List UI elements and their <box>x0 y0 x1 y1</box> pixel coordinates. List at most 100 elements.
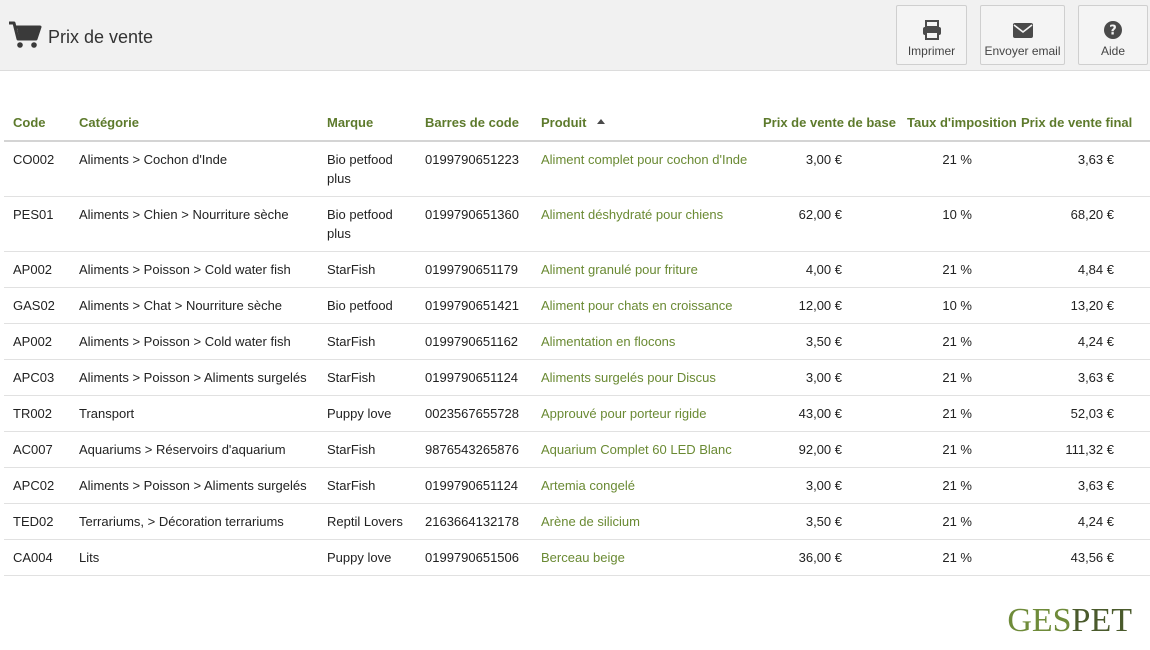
cell-tax-rate: 21 % <box>898 251 1012 288</box>
table-row[interactable]: CA004 Lits Puppy love 0199790651506 Berceau … <box>4 539 1150 576</box>
page-header: Prix de vente <box>8 20 153 50</box>
cell-barcode: 0023567655728 <box>416 395 532 432</box>
cell-tax-rate: 21 % <box>898 359 1012 396</box>
cell-tax-rate: 21 % <box>898 503 1012 540</box>
cell-product[interactable]: Aliment pour chats en croissance <box>532 287 754 324</box>
top-toolbar: Prix de vente Imprimer Envoyer email ? A… <box>0 0 1150 71</box>
cell-tax-rate: 21 % <box>898 141 1012 197</box>
cell-final-price: 4,24 € <box>1012 323 1150 360</box>
column-header-product[interactable]: Produit <box>532 105 754 142</box>
cell-product[interactable]: Aliment granulé pour friture <box>532 251 754 288</box>
printer-icon <box>921 20 943 40</box>
cell-final-price: 52,03 € <box>1012 395 1150 432</box>
cell-base-price: 3,50 € <box>754 503 898 540</box>
cell-final-price: 111,32 € <box>1012 431 1150 468</box>
cell-base-price: 43,00 € <box>754 395 898 432</box>
cell-barcode: 0199790651223 <box>416 141 532 197</box>
cell-base-price: 3,00 € <box>754 141 898 197</box>
send-email-button-label: Envoyer email <box>984 44 1061 58</box>
gespet-logo: GESPET <box>1007 602 1132 640</box>
cell-category: Transport <box>70 395 318 432</box>
cell-tax-rate: 21 % <box>898 395 1012 432</box>
cell-code: CO002 <box>4 141 70 197</box>
table-row[interactable]: AP002 Aliments > Poisson > Cold water fis… <box>4 251 1150 288</box>
help-icon: ? <box>1102 20 1124 40</box>
cell-code: APC02 <box>4 467 70 504</box>
print-button[interactable]: Imprimer <box>896 5 967 65</box>
cell-category: Aliments > Poisson > Aliments surgelés <box>70 467 318 504</box>
table-row[interactable]: GAS02 Aliments > Chat > Nourriture sèche B… <box>4 287 1150 324</box>
table-row[interactable]: TR002 Transport Puppy love 0023567655728 App… <box>4 395 1150 432</box>
cell-product[interactable]: Berceau beige <box>532 539 754 576</box>
cell-code: PES01 <box>4 196 70 252</box>
cell-barcode: 0199790651124 <box>416 467 532 504</box>
table-row[interactable]: APC03 Aliments > Poisson > Aliments surge… <box>4 359 1150 396</box>
cell-product[interactable]: Alimentation en flocons <box>532 323 754 360</box>
column-header-barcode[interactable]: Barres de code <box>416 105 532 142</box>
page-title: Prix de vente <box>48 26 154 47</box>
column-header-base-price[interactable]: Prix de vente de base <box>754 105 898 142</box>
cell-brand: Puppy love <box>318 395 416 432</box>
table-row[interactable]: TED02 Terrariums, > Décoration terrariums… <box>4 503 1150 540</box>
table-row[interactable]: APC02 Aliments > Poisson > Aliments surge… <box>4 467 1150 504</box>
cell-code: TR002 <box>4 395 70 432</box>
table-row[interactable]: AC007 Aquariums > Réservoirs d'aquarium St… <box>4 431 1150 468</box>
cell-brand: StarFish <box>318 251 416 288</box>
cell-category: Terrariums, > Décoration terrariums <box>70 503 318 540</box>
cell-product[interactable]: Aliment complet pour cochon d'Inde <box>532 141 754 197</box>
send-email-button[interactable]: Envoyer email <box>980 5 1065 65</box>
cell-final-price: 4,24 € <box>1012 503 1150 540</box>
cell-final-price: 13,20 € <box>1012 287 1150 324</box>
cell-product[interactable]: Artemia congelé <box>532 467 754 504</box>
cell-product[interactable]: Aquarium Complet 60 LED Blanc <box>532 431 754 468</box>
cell-tax-rate: 10 % <box>898 287 1012 324</box>
cell-base-price: 92,00 € <box>754 431 898 468</box>
cell-code: CA004 <box>4 539 70 576</box>
cell-final-price: 4,84 € <box>1012 251 1150 288</box>
cell-barcode: 0199790651506 <box>416 539 532 576</box>
logo-part-1: GES <box>1007 602 1072 639</box>
help-button[interactable]: ? Aide <box>1078 5 1148 65</box>
cell-category: Aliments > Cochon d'Inde <box>70 141 318 197</box>
help-button-label: Aide <box>1100 44 1126 58</box>
column-header-code[interactable]: Code <box>4 105 70 142</box>
cell-brand: StarFish <box>318 359 416 396</box>
column-header-tax-rate[interactable]: Taux d'imposition <box>898 105 1017 142</box>
cell-brand: StarFish <box>318 431 416 468</box>
cell-base-price: 4,00 € <box>754 251 898 288</box>
column-header-product-label: Produit <box>541 115 587 130</box>
cell-brand: Puppy love <box>318 539 416 576</box>
cell-barcode: 0199790651421 <box>416 287 532 324</box>
cell-code: AC007 <box>4 431 70 468</box>
cell-product[interactable]: Approuvé pour porteur rigide <box>532 395 754 432</box>
cell-tax-rate: 21 % <box>898 431 1012 468</box>
cell-brand: Bio petfood plus <box>318 141 416 197</box>
cell-barcode: 0199790651179 <box>416 251 532 288</box>
cell-brand: Reptil Lovers <box>318 503 416 540</box>
cell-final-price: 3,63 € <box>1012 141 1150 197</box>
logo-part-2: PET <box>1071 602 1132 639</box>
column-header-category[interactable]: Catégorie <box>70 105 318 142</box>
cell-brand: Bio petfood plus <box>318 196 416 252</box>
cell-product[interactable]: Aliment déshydraté pour chiens <box>532 196 754 252</box>
cell-base-price: 62,00 € <box>754 196 898 252</box>
cell-final-price: 43,56 € <box>1012 539 1150 576</box>
cell-base-price: 3,00 € <box>754 359 898 396</box>
print-button-label: Imprimer <box>907 44 956 58</box>
table-row[interactable]: PES01 Aliments > Chien > Nourriture sèche… <box>4 196 1150 252</box>
cell-category: Aquariums > Réservoirs d'aquarium <box>70 431 318 468</box>
cell-category: Lits <box>70 539 318 576</box>
cell-product[interactable]: Arène de silicium <box>532 503 754 540</box>
cell-base-price: 12,00 € <box>754 287 898 324</box>
cell-tax-rate: 21 % <box>898 539 1012 576</box>
column-header-final-price[interactable]: Prix de vente final <box>1012 105 1150 142</box>
cell-category: Aliments > Poisson > Aliments surgelés <box>70 359 318 396</box>
cell-product[interactable]: Aliments surgelés pour Discus <box>532 359 754 396</box>
cell-tax-rate: 21 % <box>898 467 1012 504</box>
cell-code: TED02 <box>4 503 70 540</box>
table-row[interactable]: AP002 Aliments > Poisson > Cold water fis… <box>4 323 1150 360</box>
table-row[interactable]: CO002 Aliments > Cochon d'Inde Bio petfood… <box>4 141 1150 197</box>
column-header-brand[interactable]: Marque <box>318 105 416 142</box>
cell-tax-rate: 21 % <box>898 323 1012 360</box>
table-header-row: Code Catégorie Marque Barres de code Pro… <box>4 105 1150 142</box>
